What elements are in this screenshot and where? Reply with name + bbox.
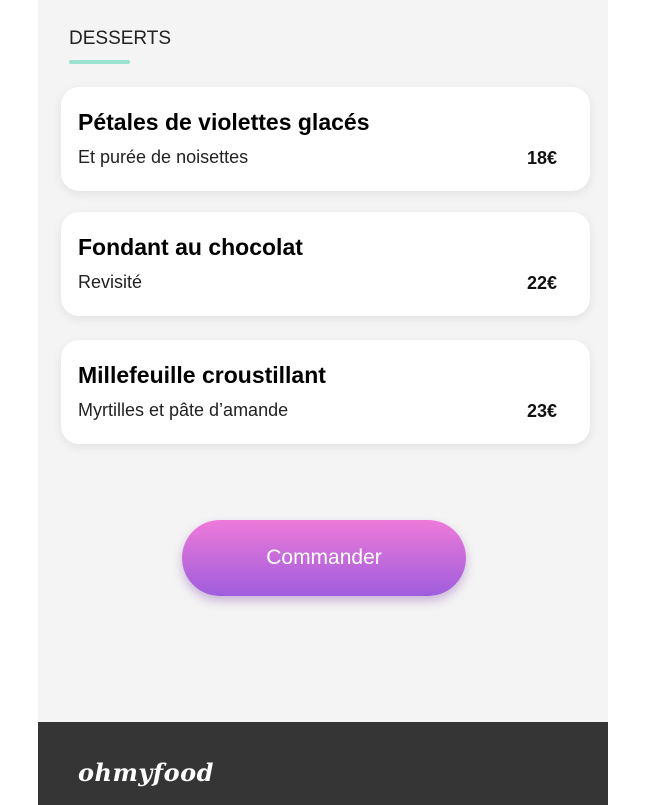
section-title: DESSERTS: [69, 28, 172, 49]
dish-name: Millefeuille croustillant: [78, 362, 326, 388]
footer-logo[interactable]: ohmyfood: [78, 758, 214, 787]
dish-price: 18€: [526, 148, 557, 168]
dish-description: Revisité: [78, 272, 143, 292]
dish-name: Fondant au chocolat: [78, 234, 303, 260]
dish-name: Pétales de violettes glacés: [78, 109, 370, 135]
dish-price: 23€: [526, 401, 557, 421]
menu-page: DESSERTS Pétales de violettes glacés Et …: [38, 0, 608, 805]
dish-card[interactable]: Fondant au chocolat Revisité 22€: [61, 212, 590, 316]
footer: ohmyfood: [38, 722, 608, 805]
section-title-underline: [69, 60, 130, 64]
dish-description: Myrtilles et pâte d’amande: [78, 400, 289, 420]
dish-card[interactable]: Pétales de violettes glacés Et purée de …: [61, 87, 590, 191]
dish-card[interactable]: Millefeuille croustillant Myrtilles et p…: [61, 340, 590, 444]
dish-description: Et purée de noisettes: [78, 147, 249, 167]
dish-price: 22€: [526, 273, 557, 293]
order-button[interactable]: Commander: [182, 520, 466, 596]
